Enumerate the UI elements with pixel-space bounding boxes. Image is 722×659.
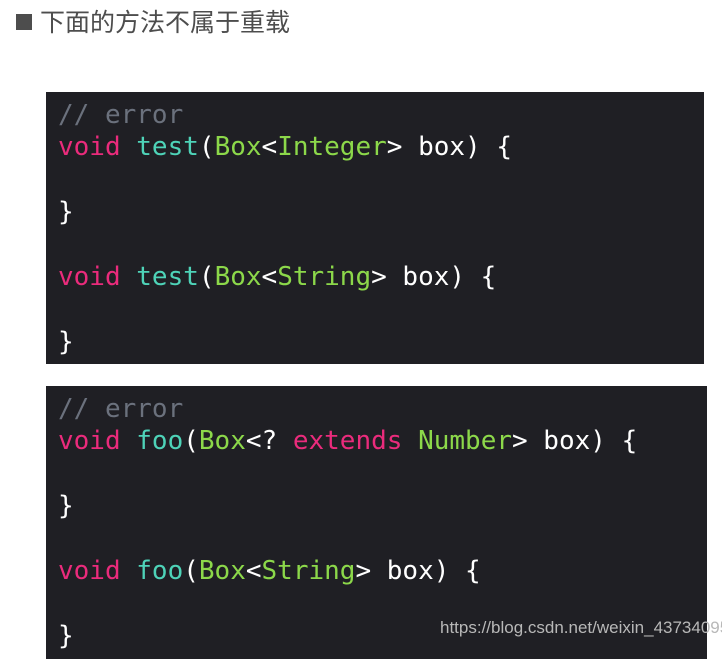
code-token-type: Integer: [277, 132, 387, 163]
code-token-plain: }: [58, 491, 74, 522]
code-token-keyword: void: [58, 132, 121, 163]
code-token-type: Box: [214, 261, 262, 292]
watermark-url: https://blog.csdn.net/weixin_43734095: [440, 618, 722, 637]
code-token-plain: }: [58, 197, 74, 228]
code-token-type: Number: [418, 426, 512, 457]
code-token-plain: (: [183, 426, 199, 457]
code-token-comment: // error: [58, 100, 184, 130]
code-token-plain: > box) {: [386, 132, 512, 163]
code-token-function: foo: [136, 555, 184, 586]
code-token-keyword: void: [58, 426, 121, 457]
code-token-type: String: [261, 555, 356, 586]
code-block-1: // error void test(Box<Integer> box) {} vo…: [46, 92, 704, 364]
code-line: }: [58, 196, 704, 228]
code-token-plain: <: [245, 555, 262, 586]
code-token-function: test: [136, 261, 199, 292]
code-token-plain: > box) {: [512, 426, 638, 457]
black-square-icon: [16, 14, 32, 30]
code-token-keyword: void: [58, 555, 121, 586]
heading-text: 下面的方法不属于重载: [40, 8, 291, 37]
code-line: // error: [58, 393, 707, 425]
code-token-plain: <: [261, 261, 278, 292]
code-line: }: [58, 490, 707, 522]
code-token-keyword: void: [58, 261, 121, 292]
code-token-plain: }: [58, 620, 74, 651]
section-heading: 下面的方法不属于重载: [16, 4, 290, 42]
code-token-type: Box: [214, 132, 262, 163]
code-line: // error: [58, 99, 704, 131]
code-token-plain: > box) {: [355, 555, 481, 586]
code-token-function: test: [136, 132, 199, 163]
code-line: }: [58, 326, 704, 358]
code-token-type: Box: [198, 555, 246, 586]
code-token-plain: }: [58, 326, 74, 357]
code-line: void test(Box<Integer> box) {: [58, 131, 704, 163]
code-line: void test(Box<String> box) {: [58, 261, 704, 293]
code-token-plain: (: [183, 555, 199, 586]
code-token-type: Box: [198, 426, 246, 457]
code-token-function: foo: [136, 426, 184, 457]
code-token-plain: <?: [245, 426, 293, 457]
code-token-plain: (: [198, 261, 215, 292]
code-token-plain: <: [261, 132, 278, 163]
code-line: void foo(Box<? extends Number> box) {: [58, 425, 707, 457]
code-line: void foo(Box<String> box) {: [58, 555, 707, 587]
code-token-type: String: [277, 261, 372, 292]
code-token-plain: > box) {: [371, 261, 497, 292]
code-token-comment: // error: [58, 394, 184, 424]
code-token-plain: (: [198, 132, 215, 163]
code-token-keyword: extends: [292, 426, 403, 457]
